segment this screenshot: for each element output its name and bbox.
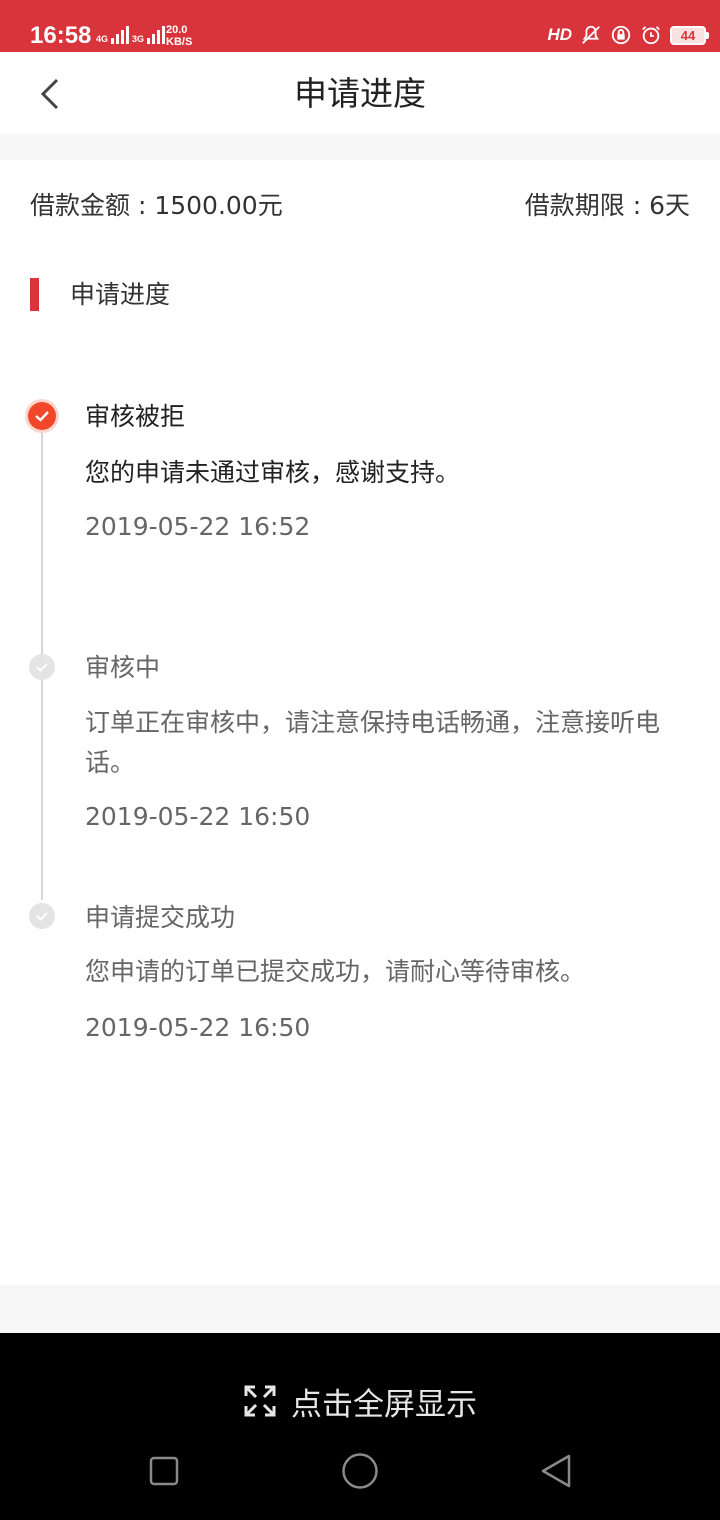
timeline-item-desc: 订单正在审核中，请注意保持电话畅通，注意接听电话。 (85, 708, 661, 777)
back-nav-button[interactable] (534, 1451, 578, 1491)
network-type-2: 3G (132, 34, 145, 44)
timeline-item-time: 2019-05-22 16:50 (85, 1013, 311, 1042)
navigation-bar: 申请进度 (0, 52, 720, 134)
network-speed-unit: KB/S (166, 36, 193, 48)
fullscreen-button[interactable]: 点击全屏显示 (0, 1379, 720, 1423)
circle-icon (342, 1453, 378, 1489)
square-icon (149, 1456, 179, 1486)
recent-apps-button[interactable] (142, 1451, 186, 1491)
check-icon (28, 402, 56, 430)
network-speed: 20.0 KB/S (166, 24, 192, 48)
status-bar: 16:58 4G 3G 20.0 KB/S HD 44 (0, 0, 720, 52)
divider (0, 134, 720, 160)
timeline-item-desc: 您申请的订单已提交成功，请耐心等待审核。 (85, 957, 586, 986)
loan-amount: 借款金额 : 1500.00元 (30, 191, 283, 220)
battery-icon: 44 (670, 25, 709, 45)
hd-icon: HD (547, 25, 572, 44)
network-indicators: 4G 3G (96, 24, 166, 44)
triangle-back-icon (541, 1454, 571, 1488)
signal-icon-2 (147, 24, 166, 44)
system-navigation-area: 点击全屏显示 (0, 1333, 720, 1520)
timeline-item-title: 审核中 (85, 653, 161, 682)
signal-icon-1 (111, 24, 130, 44)
network-speed-value: 20.0 (166, 24, 188, 36)
timeline-item-title: 审核被拒 (85, 402, 186, 431)
timeline-item-time: 2019-05-22 16:52 (85, 512, 311, 541)
vibrate-icon (582, 25, 600, 44)
page-title: 申请进度 (294, 74, 426, 113)
alarm-icon (642, 26, 660, 45)
home-button[interactable] (338, 1451, 382, 1491)
lock-icon (611, 25, 631, 45)
loan-term: 借款期限 : 6天 (524, 191, 690, 220)
status-time: 16:58 (30, 22, 92, 49)
section-title: 申请进度 (70, 280, 171, 309)
timeline-item-title: 申请提交成功 (85, 903, 236, 932)
timeline-item-time: 2019-05-22 16:50 (85, 802, 311, 831)
system-nav-bar (0, 1451, 720, 1491)
network-type-1: 4G (96, 34, 109, 44)
timeline-item-desc: 您的申请未通过审核，感谢支持。 (85, 458, 461, 487)
status-icons: HD 44 (547, 24, 709, 46)
check-icon (29, 903, 55, 929)
fullscreen-label: 点击全屏显示 (291, 1386, 477, 1423)
expand-icon (244, 1385, 276, 1417)
loan-info: 借款金额 : 1500.00元 借款期限 : 6天 (30, 186, 690, 226)
section-accent-bar (30, 278, 39, 311)
check-icon (29, 654, 55, 680)
divider (0, 1285, 720, 1333)
